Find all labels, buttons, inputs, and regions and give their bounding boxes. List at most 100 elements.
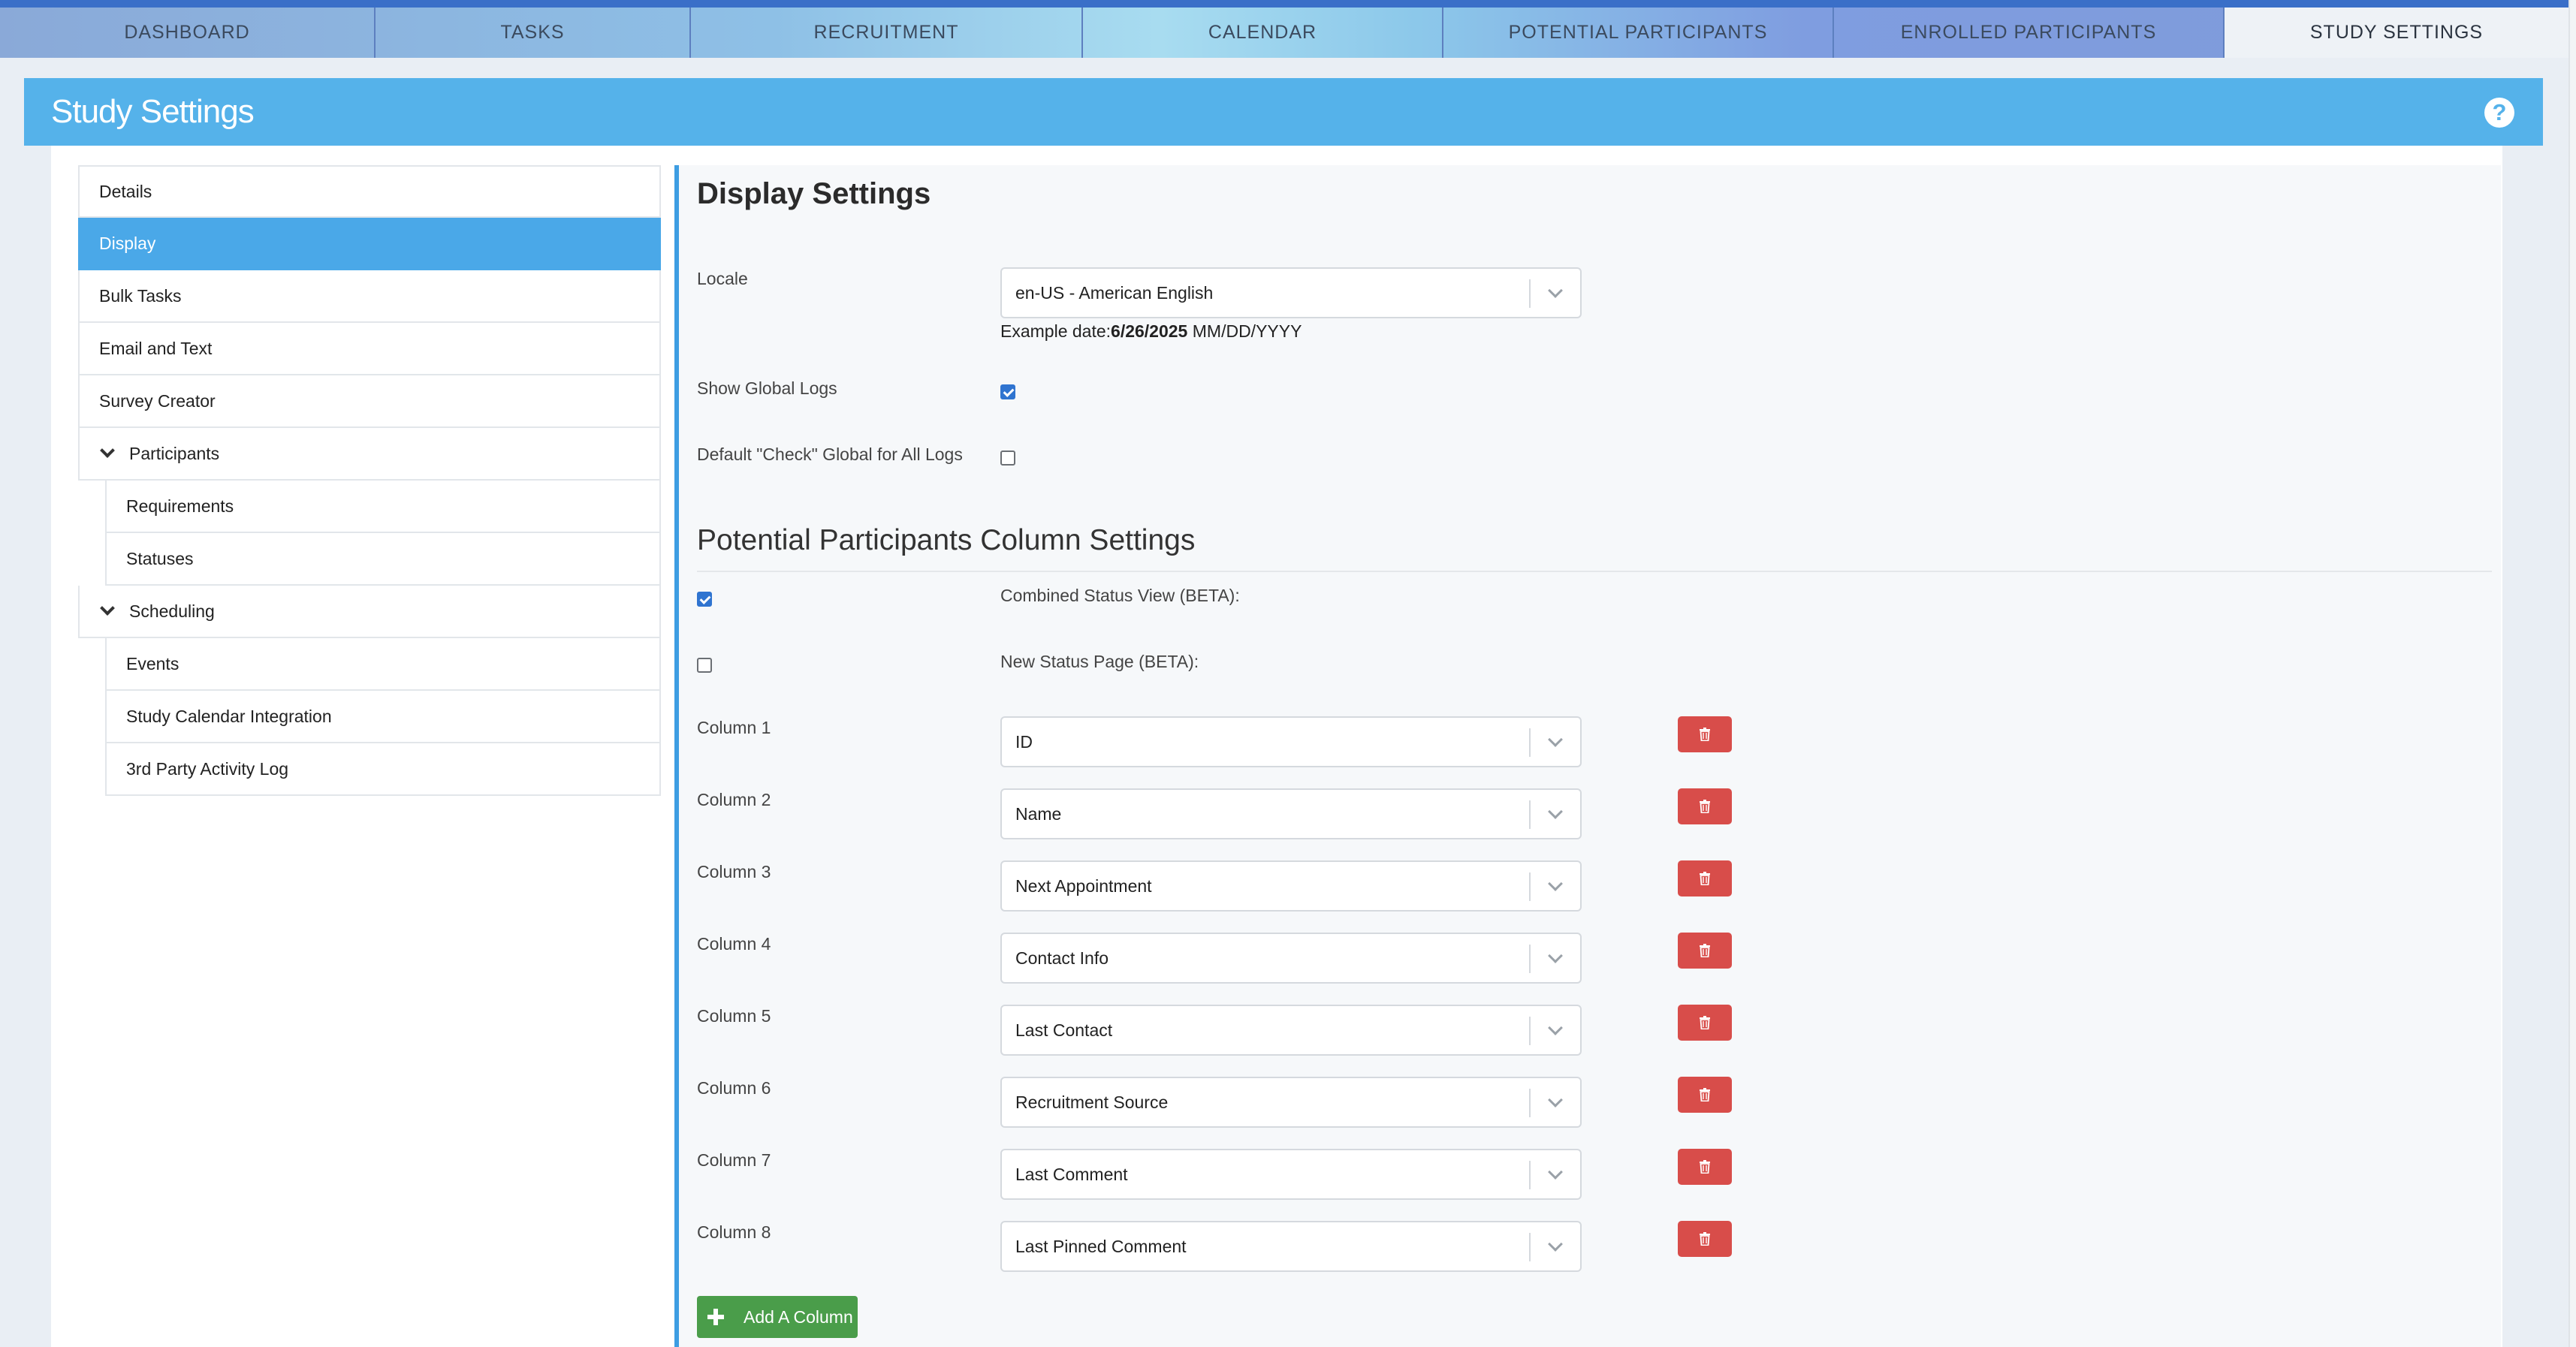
chevron-down-icon [1548,876,1563,891]
column-select[interactable]: ID [1000,716,1582,767]
select-divider [1529,279,1531,308]
sidebar-item-label: Email and Text [99,338,213,358]
column-label: Column 1 [697,718,771,737]
sidebar-item-survey-creator[interactable]: Survey Creator [78,375,661,428]
chevron-down-icon [1548,1020,1563,1035]
select-divider [1529,872,1531,901]
sidebar-item-label: Study Calendar Integration [126,706,332,726]
trash-icon [1700,1016,1710,1029]
column-select[interactable]: Last Pinned Comment [1000,1221,1582,1272]
column-value: Last Contact [1015,1020,1113,1040]
sidebar-item-statuses[interactable]: Statuses [105,533,661,586]
column-value: Last Pinned Comment [1015,1236,1187,1256]
column-value: Contact Info [1015,948,1109,968]
locale-select[interactable]: en-US - American English [1000,267,1582,318]
sidebar-item-label: Display [99,233,156,253]
tab-potential-participants[interactable]: POTENTIAL PARTICIPANTS [1443,8,1834,58]
add-column-button[interactable]: Add A Column [697,1296,858,1338]
column-value: Recruitment Source [1015,1092,1169,1112]
column-select[interactable]: Contact Info [1000,933,1582,984]
example-date: Example date:6/26/2025 MM/DD/YYYY [1000,321,1302,342]
trash-icon [1700,872,1710,885]
chevron-down-icon [1548,948,1563,963]
tab-calendar[interactable]: CALENDAR [1083,8,1443,58]
sidebar-item-details[interactable]: Details [78,165,661,218]
chevron-down-icon [1548,804,1563,819]
select-divider [1529,945,1531,973]
column-label: Column 2 [697,790,771,809]
new-status-checkbox[interactable] [697,658,712,673]
column-value: Next Appointment [1015,875,1152,896]
column-value: Last Comment [1015,1164,1128,1184]
sidebar-item-label: Details [99,181,152,201]
sidebar-item-events[interactable]: Events [105,638,661,691]
combined-status-checkbox[interactable] [697,592,712,607]
delete-column-button[interactable] [1678,860,1732,896]
tab-dashboard[interactable]: DASHBOARD [0,8,376,58]
sidebar-item-label: Requirements [126,496,234,516]
sidebar-item-label: Bulk Tasks [99,285,182,306]
select-divider [1529,800,1531,829]
tab-recruitment[interactable]: RECRUITMENT [691,8,1083,58]
delete-column-button[interactable] [1678,1221,1732,1257]
chevron-down-icon [1548,1092,1563,1107]
scrollbar[interactable] [2568,0,2576,1347]
sidebar-item-label: Participants [129,443,220,463]
sidebar-item-scheduling[interactable]: Scheduling [78,586,661,638]
select-divider [1529,1017,1531,1045]
column-select[interactable]: Next Appointment [1000,860,1582,912]
locale-label: Locale [697,269,748,288]
sidebar-item-participants[interactable]: Participants [78,428,661,481]
default-check-checkbox[interactable] [1000,451,1015,466]
column-select[interactable]: Name [1000,788,1582,839]
delete-column-button[interactable] [1678,788,1732,824]
delete-column-button[interactable] [1678,933,1732,969]
delete-column-button[interactable] [1678,1149,1732,1185]
delete-column-button[interactable] [1678,1077,1732,1113]
page-title: Study Settings [51,93,255,130]
sidebar-item-label: Events [126,653,179,674]
page-header: Study Settings ? [24,78,2543,146]
tab-tasks[interactable]: TASKS [376,8,691,58]
divider [697,571,2492,572]
new-status-label: New Status Page (BETA): [1000,652,1199,671]
sidebar-item-3rd-party-activity-log[interactable]: 3rd Party Activity Log [105,743,661,796]
column-settings-title: Potential Participants Column Settings [697,524,1196,556]
settings-sidebar: Details Display Bulk Tasks Email and Tex… [78,165,661,796]
column-select[interactable]: Last Comment [1000,1149,1582,1200]
section-title: Display Settings [697,177,931,210]
locale-value: en-US - American English [1015,282,1214,303]
sidebar-item-label: Scheduling [129,601,215,621]
column-label: Column 5 [697,1006,771,1026]
tab-study-settings[interactable]: STUDY SETTINGS [2225,8,2568,58]
column-select[interactable]: Recruitment Source [1000,1077,1582,1128]
sidebar-item-bulk-tasks[interactable]: Bulk Tasks [78,270,661,323]
combined-status-label: Combined Status View (BETA): [1000,586,1240,605]
column-value: ID [1015,731,1033,752]
column-select[interactable]: Last Contact [1000,1005,1582,1056]
add-column-label: Add A Column [744,1306,853,1327]
example-date-format: MM/DD/YYYY [1192,321,1302,341]
delete-column-button[interactable] [1678,716,1732,752]
column-label: Column 6 [697,1078,771,1098]
show-global-logs-checkbox[interactable] [1000,384,1015,399]
column-label: Column 7 [697,1150,771,1170]
trash-icon [1700,1088,1710,1101]
tab-enrolled-participants[interactable]: ENROLLED PARTICIPANTS [1834,8,2225,58]
sidebar-item-requirements[interactable]: Requirements [105,481,661,533]
chevron-down-icon [1548,283,1563,298]
select-divider [1529,1161,1531,1189]
sidebar-item-display[interactable]: Display [78,218,661,270]
select-divider [1529,1233,1531,1261]
column-label: Column 4 [697,934,771,954]
question-circle-icon[interactable]: ? [2484,98,2514,128]
sidebar-item-study-calendar-integration[interactable]: Study Calendar Integration [105,691,661,743]
sidebar-item-label: Statuses [126,548,194,568]
chevron-down-icon [1548,732,1563,747]
sidebar-item-email-and-text[interactable]: Email and Text [78,323,661,375]
trash-icon [1700,944,1710,957]
delete-column-button[interactable] [1678,1005,1732,1041]
column-label: Column 8 [697,1222,771,1242]
display-settings-panel: Display Settings Locale en-US - American… [674,165,2501,1347]
select-divider [1529,1089,1531,1117]
